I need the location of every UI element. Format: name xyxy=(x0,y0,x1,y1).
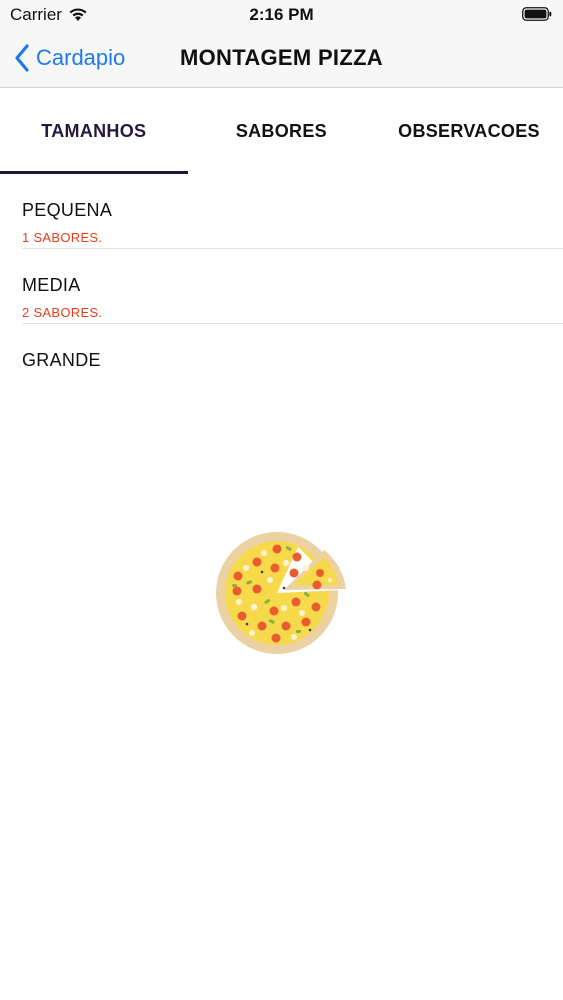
list-item-title: PEQUENA xyxy=(22,200,113,220)
page-title: MONTAGEM PIZZA xyxy=(180,45,383,70)
navigation-bar: Cardapio MONTAGEM PIZZA xyxy=(0,30,563,88)
list-item-title: MEDIA xyxy=(22,275,81,295)
list-item-title: GRANDE xyxy=(22,350,101,370)
tab-bar: TAMANHOS SABORES OBSERVACOES xyxy=(0,88,563,174)
battery-icon xyxy=(522,7,552,21)
status-time: 2:16 PM xyxy=(249,5,314,24)
list-item-pequena[interactable]: PEQUENA 1 SABORES. xyxy=(0,174,563,249)
list-item-subtitle: 1 SABORES. xyxy=(22,230,103,245)
list-item-grande[interactable]: GRANDE xyxy=(0,324,563,399)
tab-observacoes[interactable]: OBSERVACOES xyxy=(375,88,563,174)
pizza-icon xyxy=(216,532,346,654)
screen: Carrier 2:16 PM Cardapio MONTAGEM PIZZA … xyxy=(0,0,563,1000)
status-bar: Carrier 2:16 PM xyxy=(0,0,563,30)
list-item-media[interactable]: MEDIA 2 SABORES. xyxy=(0,249,563,324)
tab-sabores[interactable]: SABORES xyxy=(188,88,376,174)
tab-tamanhos[interactable]: TAMANHOS xyxy=(0,88,188,174)
list-item-subtitle: 2 SABORES. xyxy=(22,305,103,320)
size-list: PEQUENA 1 SABORES. MEDIA 2 SABORES. GRAN… xyxy=(0,174,563,399)
